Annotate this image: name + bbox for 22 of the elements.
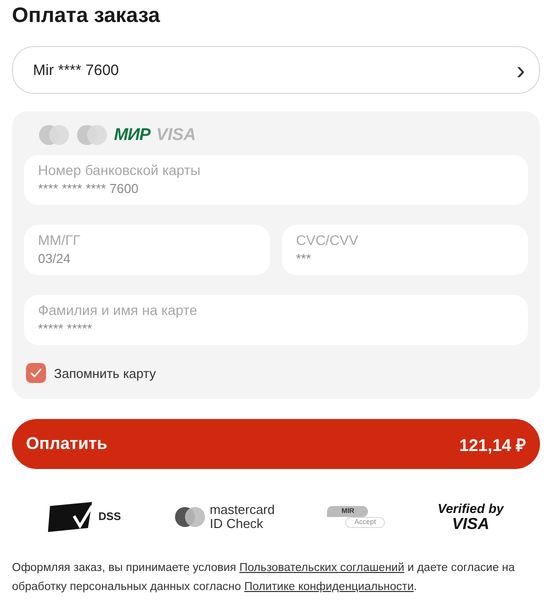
terms-link[interactable]: Пользовательских соглашений xyxy=(239,562,404,574)
circles-icon xyxy=(174,506,206,528)
remember-label: Запомнить карту xyxy=(54,366,156,380)
card-select[interactable]: Mir **** 7600 › xyxy=(12,46,540,94)
pay-button[interactable]: Оплатить 121,14 ₽ xyxy=(12,419,540,469)
mir-logo: МИР xyxy=(114,125,150,145)
card-input-field[interactable]: Фамилия и имя на карте ***** ***** xyxy=(24,295,528,345)
card-input-field[interactable]: ММ/ГГ 03/24 xyxy=(24,225,270,275)
chevron-icon: › xyxy=(516,57,525,83)
checkmark-icon xyxy=(30,368,42,378)
remember-checkbox[interactable] xyxy=(26,363,46,383)
pci-dss-logo: DSS xyxy=(48,502,121,532)
terms-text: Оформляя заказ, вы принимаете условия Пользовательских соглашений и даете согласие на обработку персональных данных согласно Политике конфиденциальности. xyxy=(12,561,516,595)
card-input-field[interactable]: Номер банковской карты **** **** **** 7600 xyxy=(24,155,528,205)
page-title: Оплата заказа xyxy=(12,4,161,28)
terms-link[interactable]: Политике конфиденциальности xyxy=(244,581,414,593)
mastercard-id-check-logo: mastercard ID Check xyxy=(174,503,275,531)
maestro-logo-icon xyxy=(76,124,108,146)
mastercard-logo-icon xyxy=(38,124,70,146)
verified-by-visa-logo: Verified by VISA xyxy=(438,500,504,534)
visa-logo: VISA xyxy=(156,125,196,145)
card-input-field[interactable]: CVC/CVV *** xyxy=(282,225,528,275)
